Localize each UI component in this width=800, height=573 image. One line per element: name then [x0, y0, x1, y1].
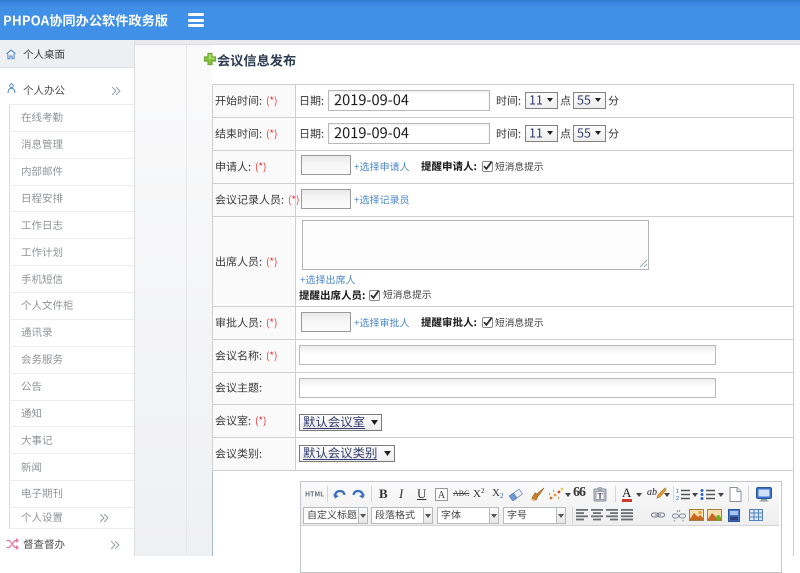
svg-text:T: T	[597, 491, 603, 500]
svg-text:A: A	[438, 490, 446, 501]
svg-text:1: 1	[676, 489, 679, 495]
svg-text:2: 2	[676, 496, 679, 502]
